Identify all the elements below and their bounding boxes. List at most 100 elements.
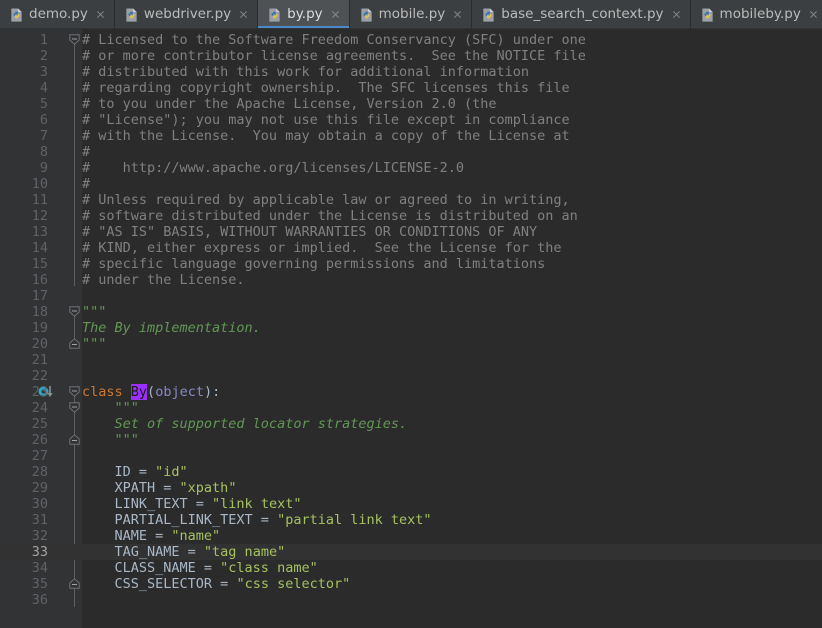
line-number: 5: [39, 96, 48, 112]
code-text: LINK_TEXT = "link text": [82, 496, 302, 512]
code-line[interactable]: 29 XPATH = "xpath": [0, 480, 822, 496]
editor-tab-webdriver-py[interactable]: webdriver.py: [114, 0, 259, 28]
code-line[interactable]: 12 # software distributed under the Licen…: [0, 208, 822, 224]
token-comment: # Unless required by applicable law or a…: [82, 192, 570, 208]
code-line[interactable]: 36: [0, 592, 822, 608]
code-line[interactable]: 3 # distributed with this work for additi…: [0, 64, 822, 80]
code-line[interactable]: 7 # with the License. You may obtain a co…: [0, 128, 822, 144]
close-icon[interactable]: [238, 9, 249, 20]
line-number: 29: [31, 480, 48, 496]
python-file-icon: [11, 7, 22, 22]
code-line[interactable]: 4 # regarding copyright ownership. The SF…: [0, 80, 822, 96]
line-number: 30: [31, 496, 48, 512]
editor-tab-demo-py[interactable]: demo.py: [0, 0, 115, 28]
editor-tab-label: mobileby.py: [719, 6, 801, 22]
close-icon[interactable]: [671, 9, 682, 20]
close-icon[interactable]: [808, 9, 819, 20]
code-line[interactable]: 14 # KIND, either express or implied. See…: [0, 240, 822, 256]
code-line[interactable]: 20 """: [0, 336, 822, 352]
token-cls: PARTIAL_LINK_TEXT =: [82, 512, 278, 528]
code-line[interactable]: 31 PARTIAL_LINK_TEXT = "partial link tex…: [0, 512, 822, 528]
editor-tab-mobile-py[interactable]: mobile.py: [349, 0, 473, 28]
code-line[interactable]: 16 # under the License.: [0, 272, 822, 288]
line-number: 13: [31, 224, 48, 240]
line-number: 16: [31, 272, 48, 288]
editor-tab-by-py[interactable]: by.py: [258, 0, 350, 28]
code-editor[interactable]: 1 # Licensed to the Software Freedom Cons…: [0, 29, 822, 628]
code-line[interactable]: 10 #: [0, 176, 822, 192]
code-line[interactable]: 6 # "License"); you may not use this file…: [0, 112, 822, 128]
code-text: # "License"); you may not use this file …: [82, 112, 570, 128]
code-line[interactable]: 33 TAG_NAME = "tag name": [0, 544, 822, 560]
token-str: "xpath": [179, 480, 237, 496]
code-line[interactable]: 30 LINK_TEXT = "link text": [0, 496, 822, 512]
code-line[interactable]: 9 # http://www.apache.org/licenses/LICENS…: [0, 160, 822, 176]
line-number: 32: [31, 528, 48, 544]
line-number: 10: [31, 176, 48, 192]
token-comment: # distributed with this work for additio…: [82, 64, 530, 80]
code-text: # Licensed to the Software Freedom Conse…: [82, 32, 586, 48]
code-text: # http://www.apache.org/licenses/LICENSE…: [82, 160, 464, 176]
code-line[interactable]: 1 # Licensed to the Software Freedom Cons…: [0, 32, 822, 48]
token-builtin: object: [155, 384, 204, 400]
code-line[interactable]: 27: [0, 448, 822, 464]
line-number: 1: [39, 32, 48, 48]
code-line[interactable]: 5 # to you under the Apache License, Vers…: [0, 96, 822, 112]
token-comment: # "AS IS" BASIS, WITHOUT WARRANTIES OR C…: [82, 224, 538, 240]
code-line[interactable]: 32 NAME = "name": [0, 528, 822, 544]
code-line[interactable]: 35 CSS_SELECTOR = "css selector": [0, 576, 822, 592]
editor-tab-bar[interactable]: demo.py webdriver.py by.py mobile.py bas…: [0, 0, 822, 29]
code-text: ID = "id": [82, 464, 188, 480]
code-text: class By(object):: [82, 384, 220, 400]
code-text: #: [82, 144, 90, 160]
code-line[interactable]: 13 # "AS IS" BASIS, WITHOUT WARRANTIES OR…: [0, 224, 822, 240]
code-line[interactable]: 23 class By(object):: [0, 384, 822, 400]
code-line[interactable]: 2 # or more contributor license agreement…: [0, 48, 822, 64]
editor-tab-base_search_context-py[interactable]: base_search_context.py: [472, 0, 691, 28]
token-punc: ):: [203, 384, 221, 400]
code-line[interactable]: 25 Set of supported locator strategies.: [0, 416, 822, 432]
token-docq: """: [82, 400, 139, 416]
token-comment: #: [82, 144, 91, 160]
editor-tab-label: by.py: [287, 6, 323, 22]
line-number: 3: [39, 64, 48, 80]
close-icon[interactable]: [95, 9, 106, 20]
code-line[interactable]: 26 """: [0, 432, 822, 448]
code-text: # or more contributor license agreements…: [82, 48, 586, 64]
token-cls: CSS_SELECTOR =: [82, 576, 237, 592]
python-file-icon: [701, 7, 713, 22]
code-line[interactable]: 17: [0, 288, 822, 304]
code-line[interactable]: 22: [0, 368, 822, 384]
line-number: 8: [39, 144, 48, 160]
line-number: 35: [31, 576, 48, 592]
code-text: #: [82, 176, 90, 192]
code-text: CSS_SELECTOR = "css selector": [82, 576, 351, 592]
token-hl-ident: By: [130, 384, 148, 400]
token-comment: # "License"); you may not use this file …: [82, 112, 570, 128]
token-comment: # software distributed under the License…: [82, 208, 578, 224]
code-line[interactable]: 28 ID = "id": [0, 464, 822, 480]
code-line[interactable]: 24 """: [0, 400, 822, 416]
code-line[interactable]: 34 CLASS_NAME = "class name": [0, 560, 822, 576]
code-line[interactable]: 18 """: [0, 304, 822, 320]
token-kw: class: [82, 384, 131, 400]
code-line[interactable]: 15 # specific language governing permissi…: [0, 256, 822, 272]
code-text: CLASS_NAME = "class name": [82, 560, 318, 576]
line-number: 11: [31, 192, 48, 208]
editor-tab-mobileby-py[interactable]: mobileby.py: [690, 0, 822, 28]
code-text: # under the License.: [82, 272, 245, 288]
line-number: 33: [31, 544, 48, 560]
code-line[interactable]: 19 The By implementation.: [0, 320, 822, 336]
close-icon[interactable]: [330, 9, 341, 20]
token-comment: # with the License. You may obtain a cop…: [82, 128, 570, 144]
code-line[interactable]: 11 # Unless required by applicable law or…: [0, 192, 822, 208]
line-number: 27: [31, 448, 48, 464]
line-number: 12: [31, 208, 48, 224]
line-number: 17: [31, 288, 48, 304]
token-docq: """: [82, 336, 107, 352]
close-icon[interactable]: [452, 9, 463, 20]
code-line[interactable]: 8 #: [0, 144, 822, 160]
code-text: # specific language governing permission…: [82, 256, 545, 272]
code-line[interactable]: 21: [0, 352, 822, 368]
line-number: 31: [31, 512, 48, 528]
